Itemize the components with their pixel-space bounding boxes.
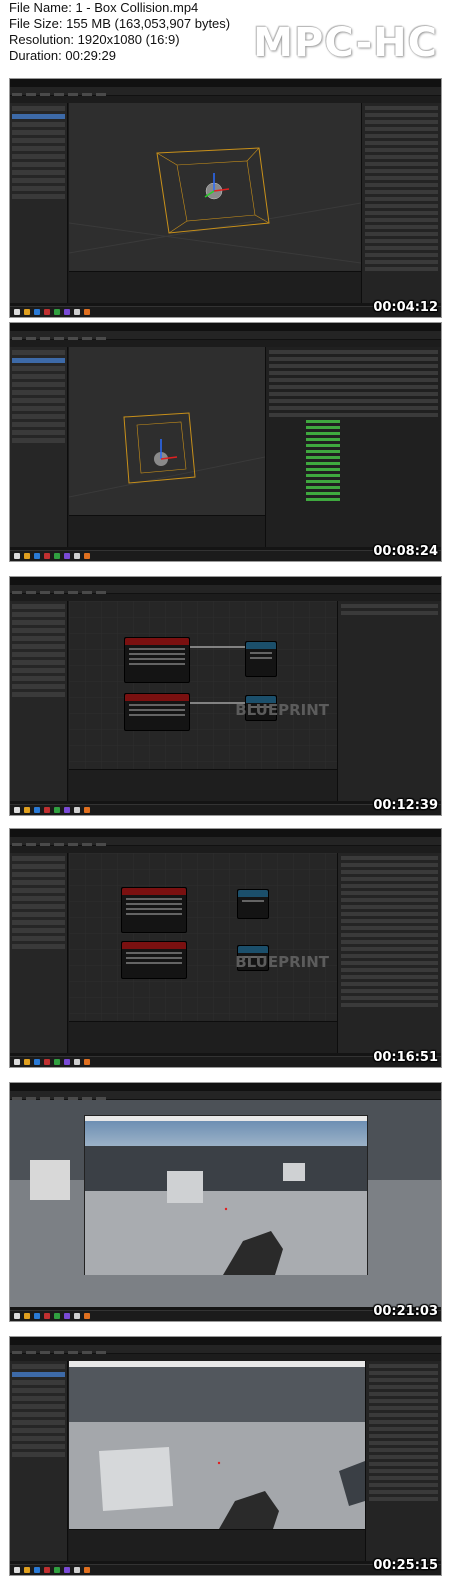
toolbar bbox=[10, 837, 441, 848]
game-scene bbox=[85, 1121, 367, 1275]
components-panel bbox=[10, 103, 68, 303]
collision-response-row[interactable] bbox=[306, 474, 340, 477]
components-panel bbox=[10, 853, 68, 1053]
components-panel bbox=[10, 1361, 68, 1561]
details-panel bbox=[337, 601, 441, 801]
timestamp: 00:16:51 bbox=[373, 1050, 438, 1065]
print-string-node[interactable] bbox=[245, 641, 277, 677]
timestamp: 00:12:39 bbox=[373, 798, 438, 813]
output-log bbox=[69, 1021, 337, 1053]
thumbnail-frame-6: 00:25:15 bbox=[9, 1336, 442, 1576]
viewport-scene bbox=[68, 412, 266, 498]
event-node-end-overlap[interactable] bbox=[124, 693, 190, 731]
menu-bar bbox=[10, 1083, 441, 1094]
components-panel bbox=[10, 347, 68, 547]
output-log bbox=[69, 271, 361, 303]
tab-bar bbox=[10, 594, 441, 601]
collision-response-row[interactable] bbox=[306, 480, 340, 483]
thumbnail-frame-3: BLUEPRINT 00:12:39 bbox=[9, 576, 442, 816]
timestamp: 00:21:03 bbox=[373, 1304, 438, 1319]
event-node-begin-overlap[interactable] bbox=[124, 637, 190, 683]
game-scene bbox=[69, 1361, 365, 1529]
collision-response-row[interactable] bbox=[306, 426, 340, 429]
timestamp: 00:25:15 bbox=[373, 1558, 438, 1573]
menu-bar bbox=[10, 829, 441, 840]
toolbar bbox=[10, 1345, 441, 1356]
menu-bar bbox=[10, 79, 441, 90]
collision-response-row[interactable] bbox=[306, 444, 340, 447]
play-in-editor-window[interactable] bbox=[84, 1115, 368, 1275]
collision-response-row[interactable] bbox=[306, 486, 340, 489]
viewport[interactable] bbox=[68, 103, 362, 271]
file-size: File Size: 155 MB (163,053,907 bytes) bbox=[9, 16, 231, 31]
play-in-editor-window[interactable] bbox=[69, 1361, 365, 1529]
blueprint-watermark: BLUEPRINT bbox=[235, 953, 329, 971]
components-panel bbox=[10, 601, 68, 801]
collision-response-row[interactable] bbox=[306, 450, 340, 453]
details-panel bbox=[265, 347, 441, 547]
viewport[interactable] bbox=[68, 347, 266, 515]
player-logo: MPC-HC bbox=[253, 20, 438, 66]
print-string-node[interactable] bbox=[237, 889, 269, 919]
tab-bar bbox=[10, 340, 441, 347]
toolbar bbox=[10, 87, 441, 98]
details-panel bbox=[337, 853, 441, 1053]
tab-bar bbox=[10, 846, 441, 853]
collision-response-row[interactable] bbox=[306, 498, 340, 501]
tab-bar bbox=[10, 1354, 441, 1361]
blueprint-graph[interactable]: BLUEPRINT bbox=[69, 601, 337, 769]
details-panel bbox=[361, 103, 441, 303]
toolbar bbox=[10, 585, 441, 596]
thumbnail-frame-1: 00:04:12 bbox=[9, 78, 442, 318]
event-node-begin-overlap[interactable] bbox=[121, 887, 187, 933]
thumbnail-frame-4: BLUEPRINT 00:16:51 bbox=[9, 828, 442, 1068]
timestamp: 00:08:24 bbox=[373, 544, 438, 559]
collision-response-row[interactable] bbox=[306, 492, 340, 495]
thumbnail-frame-5: 00:21:03 bbox=[9, 1082, 442, 1322]
tab-bar bbox=[10, 96, 441, 103]
output-log bbox=[69, 1529, 365, 1561]
resolution: Resolution: 1920x1080 (16:9) bbox=[9, 32, 180, 47]
collision-response-row[interactable] bbox=[306, 432, 340, 435]
collision-response-row[interactable] bbox=[306, 438, 340, 441]
file-info: File Name: 1 - Box Collision.mp4 File Si… bbox=[9, 0, 259, 64]
details-panel bbox=[365, 1361, 441, 1561]
graph-grid bbox=[69, 601, 337, 769]
toolbar bbox=[10, 1091, 441, 1102]
file-name: File Name: 1 - Box Collision.mp4 bbox=[9, 0, 199, 15]
toolbar bbox=[10, 331, 441, 342]
output-log bbox=[69, 769, 337, 801]
graph-grid bbox=[69, 853, 337, 1021]
output-log bbox=[69, 515, 265, 547]
collision-response-row[interactable] bbox=[306, 420, 340, 423]
menu-bar bbox=[10, 577, 441, 588]
collision-response-row[interactable] bbox=[306, 462, 340, 465]
event-node-end-overlap[interactable] bbox=[121, 941, 187, 979]
duration: Duration: 00:29:29 bbox=[9, 48, 116, 63]
blueprint-watermark: BLUEPRINT bbox=[235, 701, 329, 719]
level-viewport[interactable] bbox=[10, 1100, 441, 1307]
thumbnail-frame-2: 00:08:24 bbox=[9, 322, 442, 562]
menu-bar bbox=[10, 1337, 441, 1348]
collision-response-row[interactable] bbox=[306, 456, 340, 459]
blueprint-graph[interactable]: BLUEPRINT bbox=[69, 853, 337, 1021]
timestamp: 00:04:12 bbox=[373, 300, 438, 315]
menu-bar bbox=[10, 323, 441, 334]
viewport-scene bbox=[68, 147, 362, 264]
collision-response-row[interactable] bbox=[306, 468, 340, 471]
